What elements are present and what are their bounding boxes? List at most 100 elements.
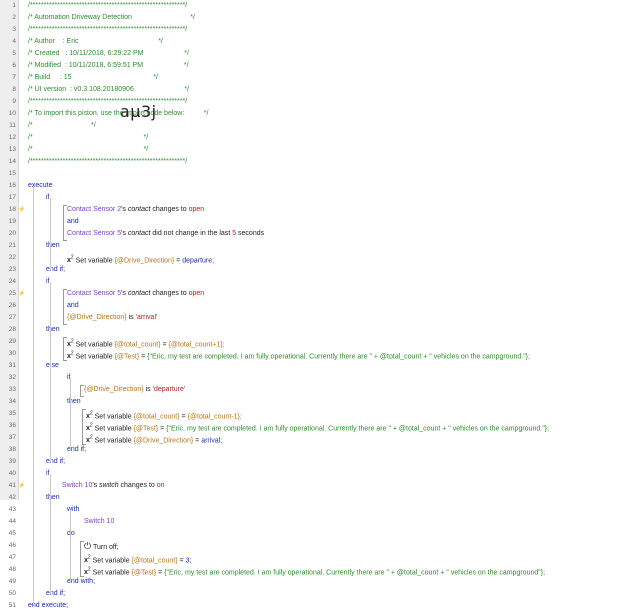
line-number: 41 bbox=[8, 482, 16, 489]
code-text[interactable]: if bbox=[46, 276, 50, 288]
comment-line: /***************************************… bbox=[28, 2, 188, 9]
code-line: 34 then bbox=[0, 396, 643, 408]
code-text[interactable]: /***************************************… bbox=[28, 156, 187, 168]
line-number: 26 bbox=[8, 302, 16, 309]
code-text[interactable]: and bbox=[67, 300, 79, 312]
code-line: 12 /* */ bbox=[0, 132, 643, 144]
code-text[interactable]: {@Drive_Direction} is 'departure' bbox=[84, 384, 185, 396]
code-line: 32 if bbox=[0, 372, 643, 384]
line-number: 7 bbox=[12, 74, 16, 81]
device-name[interactable]: Contact Sensor 5 bbox=[67, 290, 121, 297]
value-text: 'departure' bbox=[152, 386, 186, 393]
code-token: changes to bbox=[118, 482, 157, 489]
comment-line: /***************************************… bbox=[28, 158, 188, 165]
code-line: 27 {@Drive_Direction} is 'arrival' bbox=[0, 312, 643, 324]
line-number: 47 bbox=[8, 554, 16, 561]
code-text[interactable]: then bbox=[46, 492, 60, 504]
code-text[interactable]: /* Created : 10/11/2018, 6:29:22 PM */ bbox=[28, 48, 189, 60]
code-text[interactable]: then bbox=[46, 240, 60, 252]
code-text[interactable]: {@Drive_Direction} is 'arrival' bbox=[67, 312, 157, 324]
code-line: 24 if bbox=[0, 276, 643, 288]
line-number: 42 bbox=[8, 494, 16, 501]
code-text[interactable]: Contact Sensor 2's contact changes to op… bbox=[67, 204, 204, 216]
and-keyword: and bbox=[67, 302, 79, 309]
comment-line: /* Author : Eric */ bbox=[28, 38, 163, 45]
code-text[interactable]: /* */ bbox=[28, 144, 148, 156]
line-number: 16 bbox=[8, 182, 16, 189]
code-text[interactable]: execute bbox=[28, 180, 53, 192]
code-text[interactable]: if bbox=[46, 468, 50, 480]
code-text[interactable]: and bbox=[67, 216, 79, 228]
code-line: 50 end if; bbox=[0, 588, 643, 600]
code-token: 's bbox=[121, 290, 128, 297]
code-line: 11 /* */ bbox=[0, 120, 643, 132]
code-text[interactable]: /* */ bbox=[28, 132, 148, 144]
line-number: 31 bbox=[8, 362, 16, 369]
line-number: 44 bbox=[8, 518, 16, 525]
code-text[interactable]: /* Automation Driveway Detection */ bbox=[28, 12, 195, 24]
code-line: 48 x2 Set variable {@Test} = {"Eric, my t… bbox=[0, 564, 643, 576]
code-text[interactable]: /* UI version : v0.3.108.20180906 */ bbox=[28, 84, 189, 96]
code-line: 43 with bbox=[0, 504, 643, 516]
line-number: 4 bbox=[12, 38, 16, 45]
code-line: 18 ⚡ Contact Sensor 2's contact changes to… bbox=[0, 204, 643, 216]
device-name[interactable]: Switch 10 bbox=[84, 518, 114, 525]
code-text[interactable]: end if; bbox=[46, 456, 65, 468]
code-text[interactable]: end execute; bbox=[28, 600, 68, 612]
code-text[interactable]: if bbox=[46, 192, 50, 204]
code-text[interactable]: end if; bbox=[46, 588, 65, 600]
code-text[interactable]: Switch 10 bbox=[84, 516, 114, 528]
line-number: 43 bbox=[8, 506, 16, 513]
variable-name[interactable]: {@Drive_Direction} bbox=[67, 314, 127, 321]
code-line: 33 {@Drive_Direction} is 'departure' bbox=[0, 384, 643, 396]
line-number: 3 bbox=[12, 26, 16, 33]
comment-line: /* To import this piston, use the import… bbox=[28, 110, 209, 117]
code-line: 36 x2 Set variable {@Test} = {"Eric, my t… bbox=[0, 420, 643, 432]
device-name[interactable]: Contact Sensor 2 bbox=[67, 206, 121, 213]
code-line: 17 if bbox=[0, 192, 643, 204]
power-icon: ⏻ bbox=[84, 541, 92, 551]
code-text[interactable]: /***************************************… bbox=[28, 96, 187, 108]
line-number: 10 bbox=[8, 110, 16, 117]
line-number: 21 bbox=[8, 242, 16, 249]
code-text[interactable]: /* Modified : 10/11/2018, 6:59:51 PM */ bbox=[28, 60, 189, 72]
line-number: 2 bbox=[12, 14, 16, 21]
line-number: 13 bbox=[8, 146, 16, 153]
line-number: 35 bbox=[8, 410, 16, 417]
code-text[interactable]: /***************************************… bbox=[28, 24, 187, 36]
device-name[interactable]: Switch 10 bbox=[62, 482, 92, 489]
code-text[interactable]: Contact Sensor 5's contact did not chang… bbox=[67, 228, 264, 240]
code-line: 31 else bbox=[0, 360, 643, 372]
code-text[interactable]: then bbox=[46, 324, 60, 336]
line-number: 50 bbox=[8, 590, 16, 597]
code-text[interactable]: Switch 10's switch changes to on bbox=[62, 480, 165, 492]
code-text[interactable]: /***************************************… bbox=[28, 0, 187, 12]
block-guide bbox=[70, 510, 71, 582]
variable-name[interactable]: {@Drive_Direction} bbox=[84, 386, 144, 393]
code-text[interactable]: else bbox=[46, 360, 59, 372]
code-line: 41 ⚡ Switch 10's switch changes to on bbox=[0, 480, 643, 492]
lightning-icon: ⚡ bbox=[18, 207, 26, 213]
attribute-name: contact bbox=[127, 206, 151, 213]
code-token: 's bbox=[121, 230, 128, 237]
comment-line: /* Created : 10/11/2018, 6:29:22 PM */ bbox=[28, 50, 189, 57]
code-token: seconds bbox=[236, 230, 265, 237]
device-name[interactable]: Contact Sensor 5 bbox=[67, 230, 121, 237]
line-number: 51 bbox=[8, 602, 16, 609]
code-line: 16 execute bbox=[0, 180, 643, 192]
code-text[interactable]: /* Build : 15 */ bbox=[28, 72, 158, 84]
code-text[interactable]: /* Author : Eric */ bbox=[28, 36, 163, 48]
code-text[interactable]: end if; bbox=[46, 264, 65, 276]
condition-bracket bbox=[63, 205, 67, 241]
line-number: 25 bbox=[8, 290, 16, 297]
line-number: 40 bbox=[8, 470, 16, 477]
code-text[interactable]: /* */ bbox=[28, 120, 96, 132]
code-text[interactable]: Contact Sensor 5's contact changes to op… bbox=[67, 288, 204, 300]
code-line: 30 x2 Set variable {@Test} = {"Eric, my t… bbox=[0, 348, 643, 360]
code-text[interactable]: end with; bbox=[67, 576, 95, 588]
code-line: 13 /* */ bbox=[0, 144, 643, 156]
code-text[interactable]: /* To import this piston, use the import… bbox=[28, 108, 208, 120]
comment-line: /***************************************… bbox=[28, 26, 188, 33]
code-text[interactable]: with bbox=[67, 504, 79, 516]
attribute-name: switch bbox=[99, 482, 119, 489]
